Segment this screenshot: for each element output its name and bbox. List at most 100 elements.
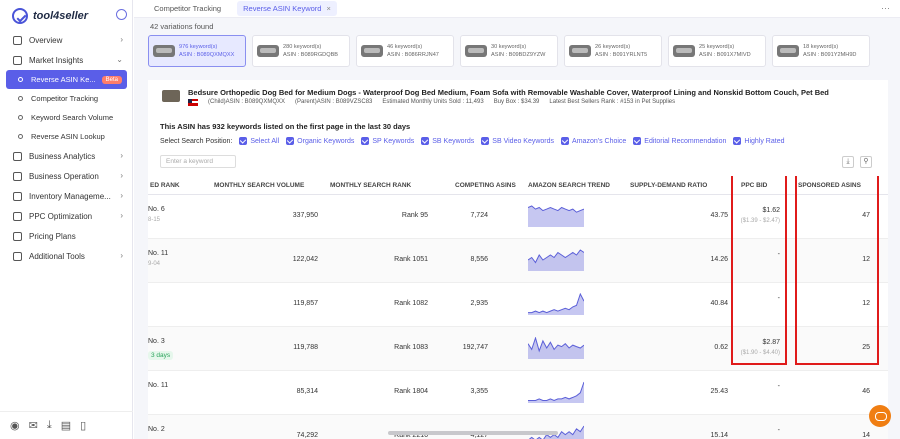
doc-icon[interactable]: ▤ [61,419,71,432]
sidebar-item-pricing-plans[interactable]: Pricing Plans [0,226,133,246]
sidebar-item-business-operation[interactable]: Business Operation › [0,166,133,186]
col-header-rank[interactable]: ED RANK [150,182,180,189]
product-thumbnail [569,45,591,57]
sidebar-sub-reverse-asin-keyword[interactable]: Reverse ASIN Ke... Beta [6,70,127,89]
sidebar-nav: Overview › Market Insights ⌄ Reverse ASI… [0,30,133,266]
asin-card[interactable]: 25 keyword(s) ASIN : B091X7MIVD [668,35,766,67]
mail-icon[interactable]: ✉ [29,419,38,432]
child-asin: (Child)ASIN : B089QXMQXX [208,99,286,105]
asin-card[interactable]: 26 keyword(s) ASIN : B091YRLNT5 [564,35,662,67]
sidebar-item-ppc-optimization[interactable]: PPC Optimization › [0,206,133,226]
sidebar-item-label: Overview [29,35,63,45]
checkbox-option[interactable]: SB Keywords [421,137,474,145]
checkbox-label: Editorial Recommendation [644,137,727,145]
export-icon[interactable]: ⤓ [842,156,854,168]
search-trend-chart[interactable] [528,381,584,403]
search-volume-cell: 85,314 [296,388,318,395]
user-icon[interactable]: ◉ [10,419,20,432]
chevron-right-icon: › [120,171,123,180]
search-trend-chart[interactable] [528,337,584,359]
download-icon[interactable]: ⤓ [47,419,52,432]
search-rank-cell: Rank 1051 [394,256,428,263]
table-row[interactable]: No. 2 74,292 Rank 2216 4,127 15.14-14 [148,415,888,439]
logo[interactable]: tool4seller [12,8,88,24]
col-header-monthly-search-rank[interactable]: MONTHLY SEARCH RANK [330,182,411,189]
asin-card[interactable]: 18 keyword(s) ASIN : B091Y2MH9D [772,35,870,67]
sidebar-item-label: Business Analytics [29,151,96,161]
col-header-amazon-search-trend[interactable]: AMAZON SEARCH TREND [528,182,610,189]
competing-asins-cell: 192,747 [462,344,488,351]
chevron-right-icon: › [120,251,123,260]
asin-card[interactable]: 280 keyword(s) ASIN : B089RGDQBB [252,35,350,67]
sidebar-item-market-insights[interactable]: Market Insights ⌄ [0,50,133,70]
asin-card-keywords: 46 keyword(s) [387,44,423,50]
close-icon[interactable]: × [326,4,330,13]
app: tool4seller Overview › Market Insights ⌄… [0,0,900,439]
competing-asins-cell: 7,724 [470,212,488,219]
search-trend-chart[interactable] [528,293,584,315]
product-panel: Bedsure Orthopedic Dog Bed for Medium Do… [148,80,888,180]
checkbox-option[interactable]: Highly Rated [733,137,784,145]
checkbox-option[interactable]: SB Video Keywords [481,137,554,145]
tab-label: Reverse ASIN Keyword [243,4,322,13]
search-trend-chart[interactable] [528,249,584,271]
tab-label: Competitor Tracking [154,4,222,13]
sidebar-sub-competitor-tracking[interactable]: Competitor Tracking [0,89,133,108]
more-icon[interactable]: ⋯ [881,3,890,14]
chevron-down-icon: ⌄ [116,55,123,64]
ppc-bid-highlight [731,176,787,365]
checkbox-option[interactable]: Amazon's Choice [561,137,626,145]
table-row[interactable]: No. 11 85,314 Rank 1804 3,355 25.43 - 46 [148,371,888,415]
sidebar-item-inventory[interactable]: Inventory Manageme... › [0,186,133,206]
search-volume-cell: 337,950 [292,212,318,219]
col-header-supply-demand-ratio[interactable]: SUPPLY-DEMAND RATIO [630,182,707,189]
sidebar-item-label: Market Insights [29,55,84,65]
keyword-search-input[interactable]: Enter a keyword [160,155,236,168]
checkbox-label: SP Keywords [372,137,415,145]
sponsored-asins-cell: 46 [862,388,870,395]
operation-icon [13,171,22,181]
checkbox-option[interactable]: Select All [239,137,279,145]
checkbox-label: Organic Keywords [297,137,355,145]
sponsored-asins-cell: 14 [862,432,870,439]
asin-card-row: 976 keyword(s) ASIN : B089QXMQXX 280 keywo… [148,35,888,67]
asin-card-keywords: 18 keyword(s) [803,44,839,50]
settings-icon[interactable] [116,9,127,20]
sidebar-item-overview[interactable]: Overview › [0,30,133,50]
sidebar-footer: ◉ ✉ ⤓ ▤ ▯ [0,411,133,439]
asin-card-text: 46 keyword(s) ASIN : B086RRJN47 [387,43,439,59]
tab-competitor-tracking[interactable]: Competitor Tracking [148,1,227,16]
asin-card[interactable]: 30 keyword(s) ASIN : B09BDZ9YZW [460,35,558,67]
sidebar-sub-keyword-search-volume[interactable]: Keyword Search Volume [0,108,133,127]
tab-reverse-asin-keyword[interactable]: Reverse ASIN Keyword × [237,1,337,16]
checkbox-option[interactable]: Organic Keywords [286,137,354,145]
ppc-bid-cell: - [777,383,780,390]
sidebar-sub-reverse-asin-lookup[interactable]: Reverse ASIN Lookup [0,127,133,146]
sidebar-sub-label: Reverse ASIN Ke... [31,75,96,84]
asin-card[interactable]: 976 keyword(s) ASIN : B089QXMQXX [148,35,246,67]
search-trend-chart[interactable] [528,205,584,227]
bullet-icon [18,115,23,120]
rank-sub: 9-04 [148,261,161,267]
filter-icon[interactable]: ⚲ [860,156,872,168]
checkbox-option[interactable]: Editorial Recommendation [633,137,726,145]
asin-card-text: 280 keyword(s) ASIN : B089RGDQBB [283,43,338,59]
bullet-icon [18,77,23,82]
main-content: Competitor Tracking Reverse ASIN Keyword… [134,0,900,439]
chat-support-icon[interactable] [869,405,891,427]
asin-card[interactable]: 46 keyword(s) ASIN : B086RRJN47 [356,35,454,67]
sidebar-sub-label: Reverse ASIN Lookup [31,132,105,141]
col-header-competing-asins[interactable]: COMPETING ASINS [455,182,516,189]
col-header-monthly-search-volume[interactable]: MONTHLY SEARCH VOLUME [214,182,304,189]
horizontal-scrollbar[interactable] [388,431,558,435]
sidebar-item-additional-tools[interactable]: Additional Tools › [0,246,133,266]
sidebar-item-label: Inventory Manageme... [29,191,111,201]
supply-demand-ratio-cell: 25.43 [710,388,728,395]
rank-cell: No. 6 [148,206,165,213]
sidebar-item-business-analytics[interactable]: Business Analytics › [0,146,133,166]
search-volume-cell: 122,042 [292,256,318,263]
checkbox-option[interactable]: SP Keywords [361,137,414,145]
phone-icon[interactable]: ▯ [80,419,86,432]
product-title[interactable]: Bedsure Orthopedic Dog Bed for Medium Do… [188,88,829,97]
home-icon [13,35,22,45]
